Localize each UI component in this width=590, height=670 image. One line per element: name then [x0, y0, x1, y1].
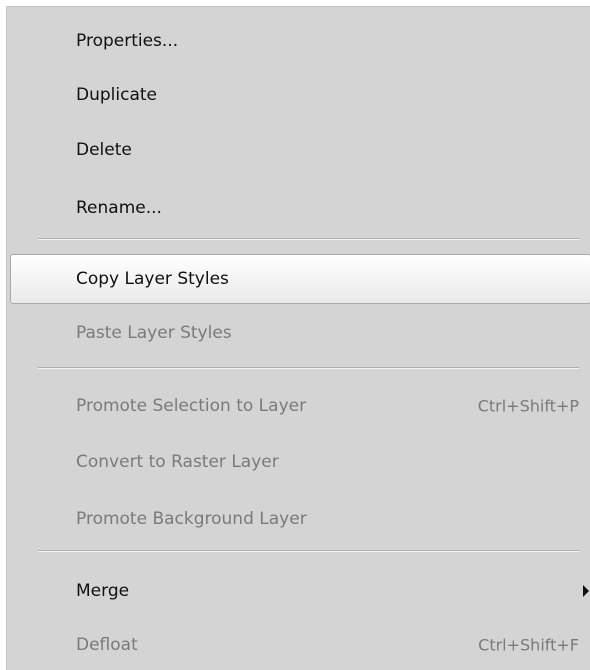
menu-item-label: Promote Background Layer: [76, 509, 307, 529]
menu-item-convert-to-raster-layer[interactable]: Convert to Raster Layer: [11, 437, 585, 487]
menu-item-promote-background-layer[interactable]: Promote Background Layer: [11, 494, 585, 544]
menu-item-label: Convert to Raster Layer: [76, 452, 279, 472]
menu-separator: [38, 238, 579, 240]
menu-item-label: Merge: [76, 581, 130, 601]
menu-item-label: Promote Selection to Layer: [76, 396, 307, 416]
menu-item-label: Properties...: [76, 31, 179, 51]
menu-item-rename[interactable]: Rename...: [11, 183, 585, 233]
menu-item-label: Paste Layer Styles: [76, 323, 232, 343]
menu-item-shortcut: Ctrl+Shift+F: [478, 635, 579, 655]
menu-item-merge[interactable]: Merge: [11, 566, 589, 616]
menu-item-label: Duplicate: [76, 85, 157, 105]
menu-item-promote-selection-to-layer[interactable]: Promote Selection to Layer Ctrl+Shift+P: [11, 381, 585, 431]
menu-item-delete[interactable]: Delete: [11, 125, 585, 175]
menu-item-label: Delete: [76, 140, 132, 160]
menu-item-duplicate[interactable]: Duplicate: [11, 70, 585, 120]
chevron-right-icon: [583, 585, 589, 597]
menu-item-label: Copy Layer Styles: [76, 269, 229, 289]
menu-item-copy-layer-styles[interactable]: Copy Layer Styles: [10, 254, 590, 304]
menu-item-label: Rename...: [76, 198, 162, 218]
menu-item-defloat[interactable]: Defloat Ctrl+Shift+F: [11, 620, 585, 670]
menu-separator: [38, 550, 579, 552]
menu-separator: [38, 367, 579, 369]
menu-item-paste-layer-styles[interactable]: Paste Layer Styles: [11, 308, 585, 358]
menu-item-properties[interactable]: Properties...: [11, 16, 585, 66]
menu-item-shortcut: Ctrl+Shift+P: [477, 396, 579, 416]
layer-context-menu: Properties... Duplicate Delete Rename...…: [6, 6, 590, 670]
menu-item-label: Defloat: [76, 635, 138, 655]
